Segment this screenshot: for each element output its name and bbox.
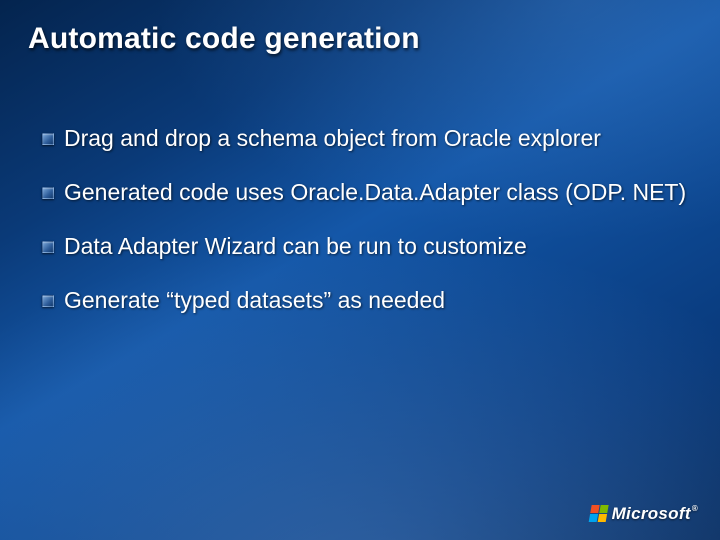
logo-wordmark: Microsoft bbox=[612, 504, 691, 523]
trademark-symbol: ® bbox=[692, 504, 698, 513]
bullet-item: Drag and drop a schema object from Oracl… bbox=[42, 124, 692, 152]
microsoft-flag-icon bbox=[588, 505, 608, 522]
bullet-item: Generate “typed datasets” as needed bbox=[42, 286, 692, 314]
bullet-item: Data Adapter Wizard can be run to custom… bbox=[42, 232, 692, 260]
microsoft-logo: Microsoft® bbox=[590, 504, 698, 524]
bullet-list: Drag and drop a schema object from Oracl… bbox=[28, 124, 692, 340]
bullet-item: Generated code uses Oracle.Data.Adapter … bbox=[42, 178, 692, 206]
slide-title: Automatic code generation bbox=[28, 22, 692, 56]
logo-text: Microsoft® bbox=[612, 504, 698, 524]
slide: Automatic code generation Drag and drop … bbox=[0, 0, 720, 540]
